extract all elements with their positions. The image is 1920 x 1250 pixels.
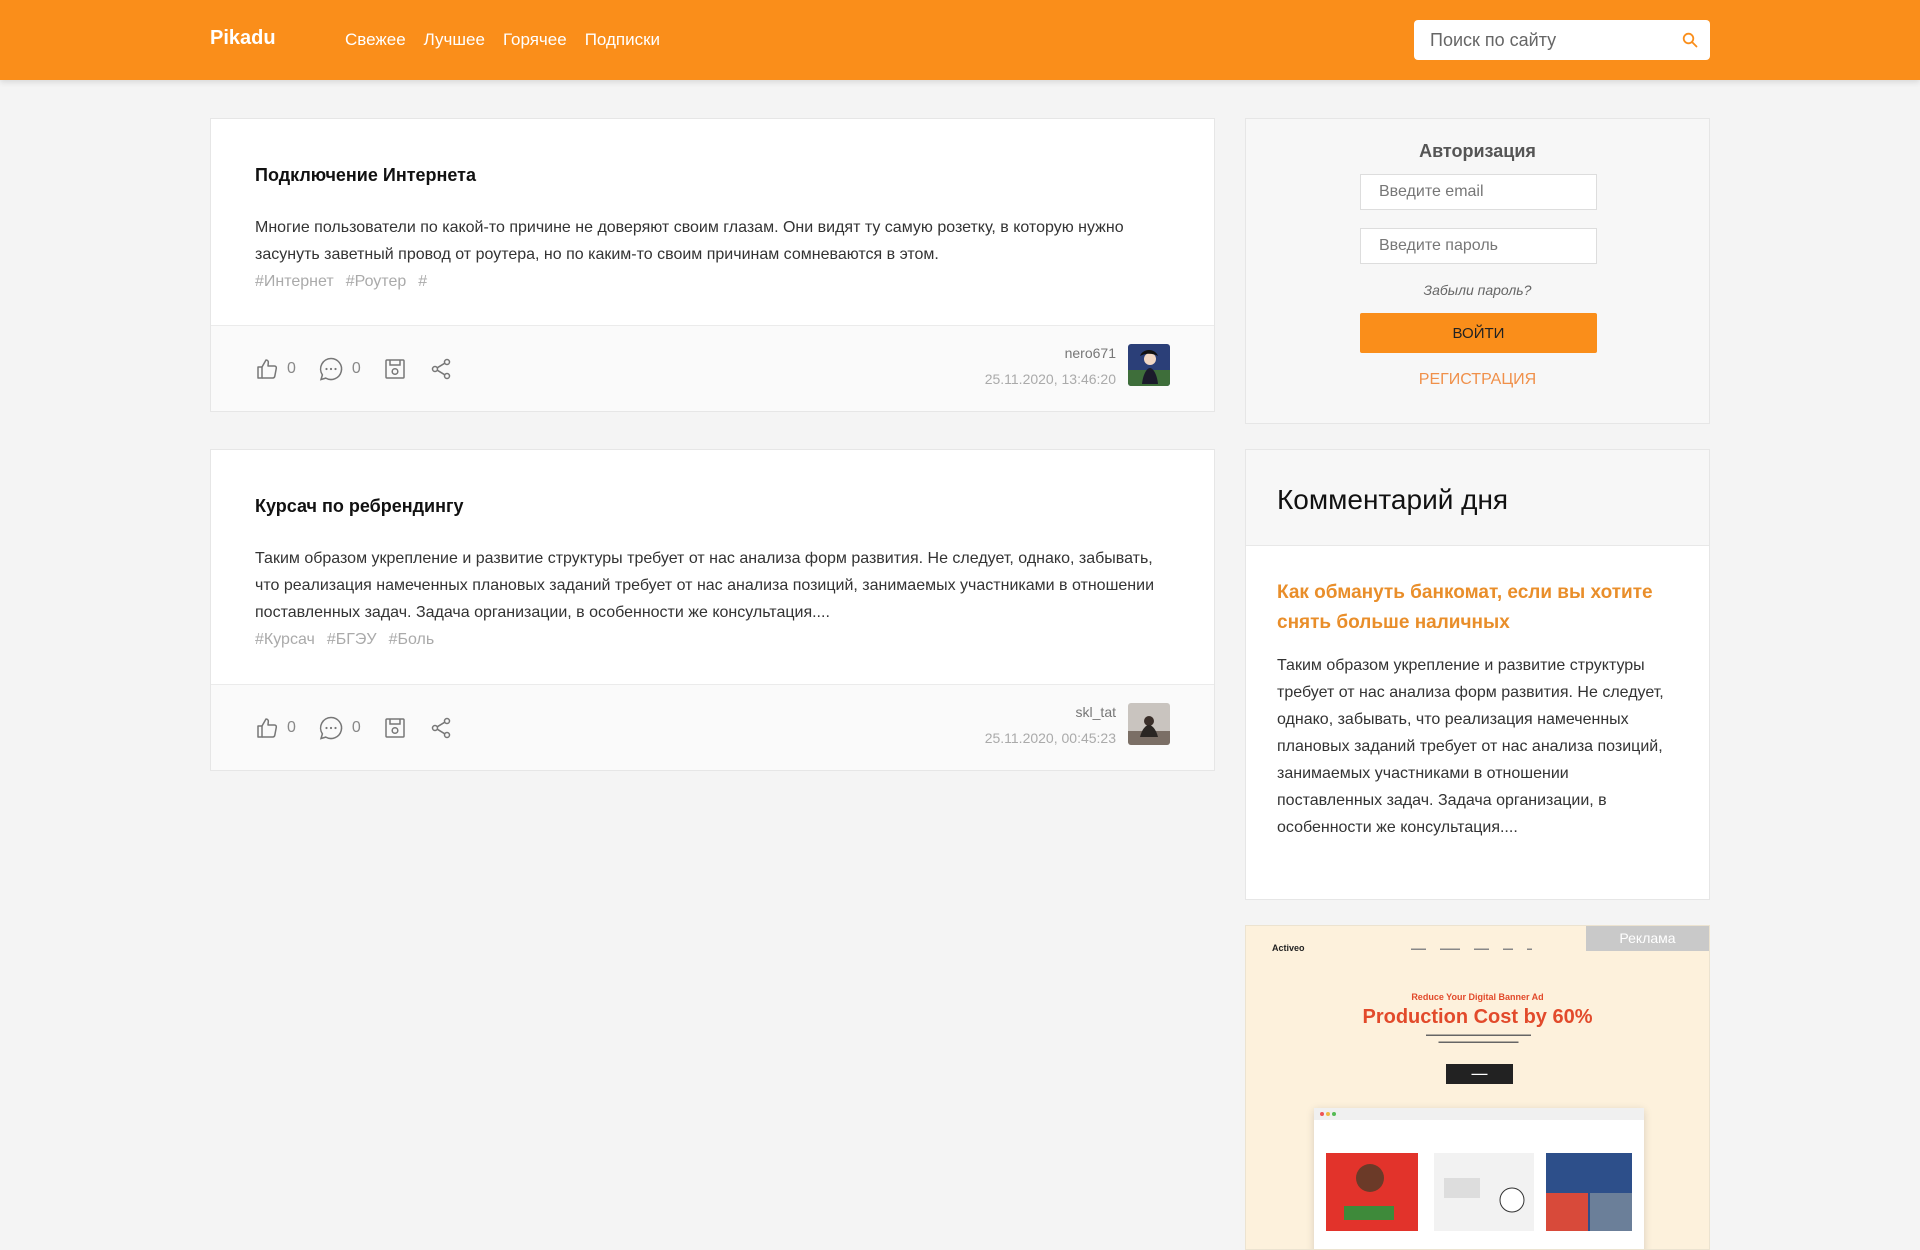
- register-link[interactable]: РЕГИСТРАЦИЯ: [1246, 371, 1709, 389]
- auth-panel: Авторизация Забыли пароль? ВОЙТИ РЕГИСТР…: [1245, 118, 1710, 424]
- comment-of-day: Комментарий дня Как обмануть банкомат, е…: [1245, 449, 1710, 900]
- avatar[interactable]: [1128, 344, 1170, 386]
- share-icon: [431, 717, 451, 739]
- post-author: nero671 25.11.2020, 13:46:20: [985, 344, 1170, 388]
- like-button[interactable]: 0: [255, 716, 296, 740]
- nav-best[interactable]: Лучшее: [424, 30, 485, 50]
- post-title[interactable]: Курсач по ребрендингу: [255, 496, 1170, 517]
- thumbs-up-icon: [257, 718, 278, 738]
- post-actions: 0 0: [255, 356, 475, 382]
- ad-description-lines: ▬▬▬▬▬▬▬▬▬▬▬▬▬▬▬▬▬▬▬▬▬ ▬▬▬▬▬▬▬▬▬▬▬▬▬▬▬▬: [1426, 1032, 1531, 1045]
- post-title[interactable]: Подключение Интернета: [255, 165, 1170, 186]
- like-button[interactable]: 0: [255, 357, 296, 381]
- main-nav: Свежее Лучшее Горячее Подписки: [345, 30, 660, 50]
- post-date: 25.11.2020, 00:45:23: [984, 730, 1116, 746]
- post-text: Многие пользователи по какой-то причине …: [255, 219, 1124, 263]
- post-card: Подключение Интернета Многие пользовател…: [210, 118, 1215, 412]
- comment-of-day-link[interactable]: Как обмануть банкомат, если вы хотите сн…: [1277, 578, 1678, 638]
- tag-link[interactable]: #Роутер: [346, 268, 407, 295]
- nav-hot[interactable]: Горячее: [503, 30, 567, 50]
- search-icon[interactable]: [1670, 20, 1710, 60]
- auth-title: Авторизация: [1419, 141, 1536, 161]
- ad-cta-button[interactable]: ▬▬▬▬: [1446, 1064, 1513, 1084]
- comment-count: 0: [351, 719, 361, 736]
- comment-icon: [319, 716, 343, 740]
- comment-of-day-header: Комментарий дня: [1246, 450, 1709, 546]
- nav-fresh[interactable]: Свежее: [345, 30, 406, 50]
- tag-link[interactable]: #Интернет: [255, 268, 334, 295]
- comment-of-day-text: Таким образом укрепление и развитие стру…: [1277, 657, 1664, 836]
- like-count: 0: [287, 719, 296, 736]
- login-button[interactable]: ВОЙТИ: [1360, 313, 1597, 353]
- share-button[interactable]: [429, 357, 453, 381]
- save-button[interactable]: [383, 716, 407, 740]
- post-text: Таким образом укрепление и развитие стру…: [255, 550, 1155, 621]
- tag-link[interactable]: #Курсач: [255, 626, 315, 653]
- share-button[interactable]: [429, 716, 453, 740]
- ad-subheadline: Reduce Your Digital Banner Ad: [1411, 992, 1544, 1002]
- email-field[interactable]: [1360, 174, 1597, 210]
- post-author: skl_tat 25.11.2020, 00:45:23: [985, 703, 1170, 747]
- post-tags: #Интернет #Роутер #: [255, 268, 1170, 295]
- forgot-password-link[interactable]: Забыли пароль?: [1246, 282, 1709, 298]
- tag-link[interactable]: #Боль: [389, 626, 435, 653]
- site-logo[interactable]: Pikadu: [210, 27, 276, 50]
- tag-link[interactable]: #: [418, 268, 427, 295]
- password-field[interactable]: [1360, 228, 1597, 264]
- ad-headline: Production Cost by 60%: [1362, 1006, 1593, 1028]
- save-button[interactable]: [383, 357, 407, 381]
- share-icon: [431, 358, 451, 380]
- ad-label: Реклама: [1586, 926, 1709, 951]
- avatar[interactable]: [1128, 703, 1170, 745]
- comment-button[interactable]: 0: [318, 356, 361, 382]
- save-icon: [385, 718, 405, 738]
- author-name[interactable]: skl_tat: [985, 703, 1116, 721]
- tag-link[interactable]: #БГЭУ: [327, 626, 377, 653]
- post-tags: #Курсач #БГЭУ #Боль: [255, 626, 1170, 653]
- post-actions: 0 0: [255, 715, 475, 741]
- comment-of-day-title: Комментарий дня: [1277, 484, 1509, 515]
- post-footer: 0 0 skl_tat 25.11.2020, 00:45:23: [211, 684, 1214, 770]
- like-count: 0: [287, 360, 296, 377]
- ad-logo: Activeo: [1272, 943, 1305, 953]
- author-name[interactable]: nero671: [985, 344, 1116, 362]
- post-date: 25.11.2020, 13:46:20: [984, 371, 1116, 387]
- ad-banner[interactable]: Activeo ▬▬▬ ▬▬▬▬ ▬▬▬ ▬▬ ▬ Reduce Your Digita…: [1245, 925, 1710, 1250]
- ad-nav: ▬▬▬ ▬▬▬▬ ▬▬▬ ▬▬ ▬: [1411, 946, 1532, 952]
- save-icon: [385, 359, 405, 379]
- thumbs-up-icon: [257, 359, 278, 379]
- search-box: [1414, 20, 1710, 60]
- nav-subscriptions[interactable]: Подписки: [585, 30, 660, 50]
- comment-count: 0: [351, 360, 361, 377]
- comment-button[interactable]: 0: [318, 715, 361, 741]
- top-header: Pikadu Свежее Лучшее Горячее Подписки: [0, 0, 1920, 80]
- comment-icon: [319, 357, 343, 381]
- search-input[interactable]: [1414, 20, 1670, 60]
- post-card: Курсач по ребрендингу Таким образом укре…: [210, 449, 1215, 771]
- post-footer: 0 0 nero671 25.11.2020, 13:46:20: [211, 325, 1214, 411]
- ad-screenshot-image: [1314, 1108, 1644, 1249]
